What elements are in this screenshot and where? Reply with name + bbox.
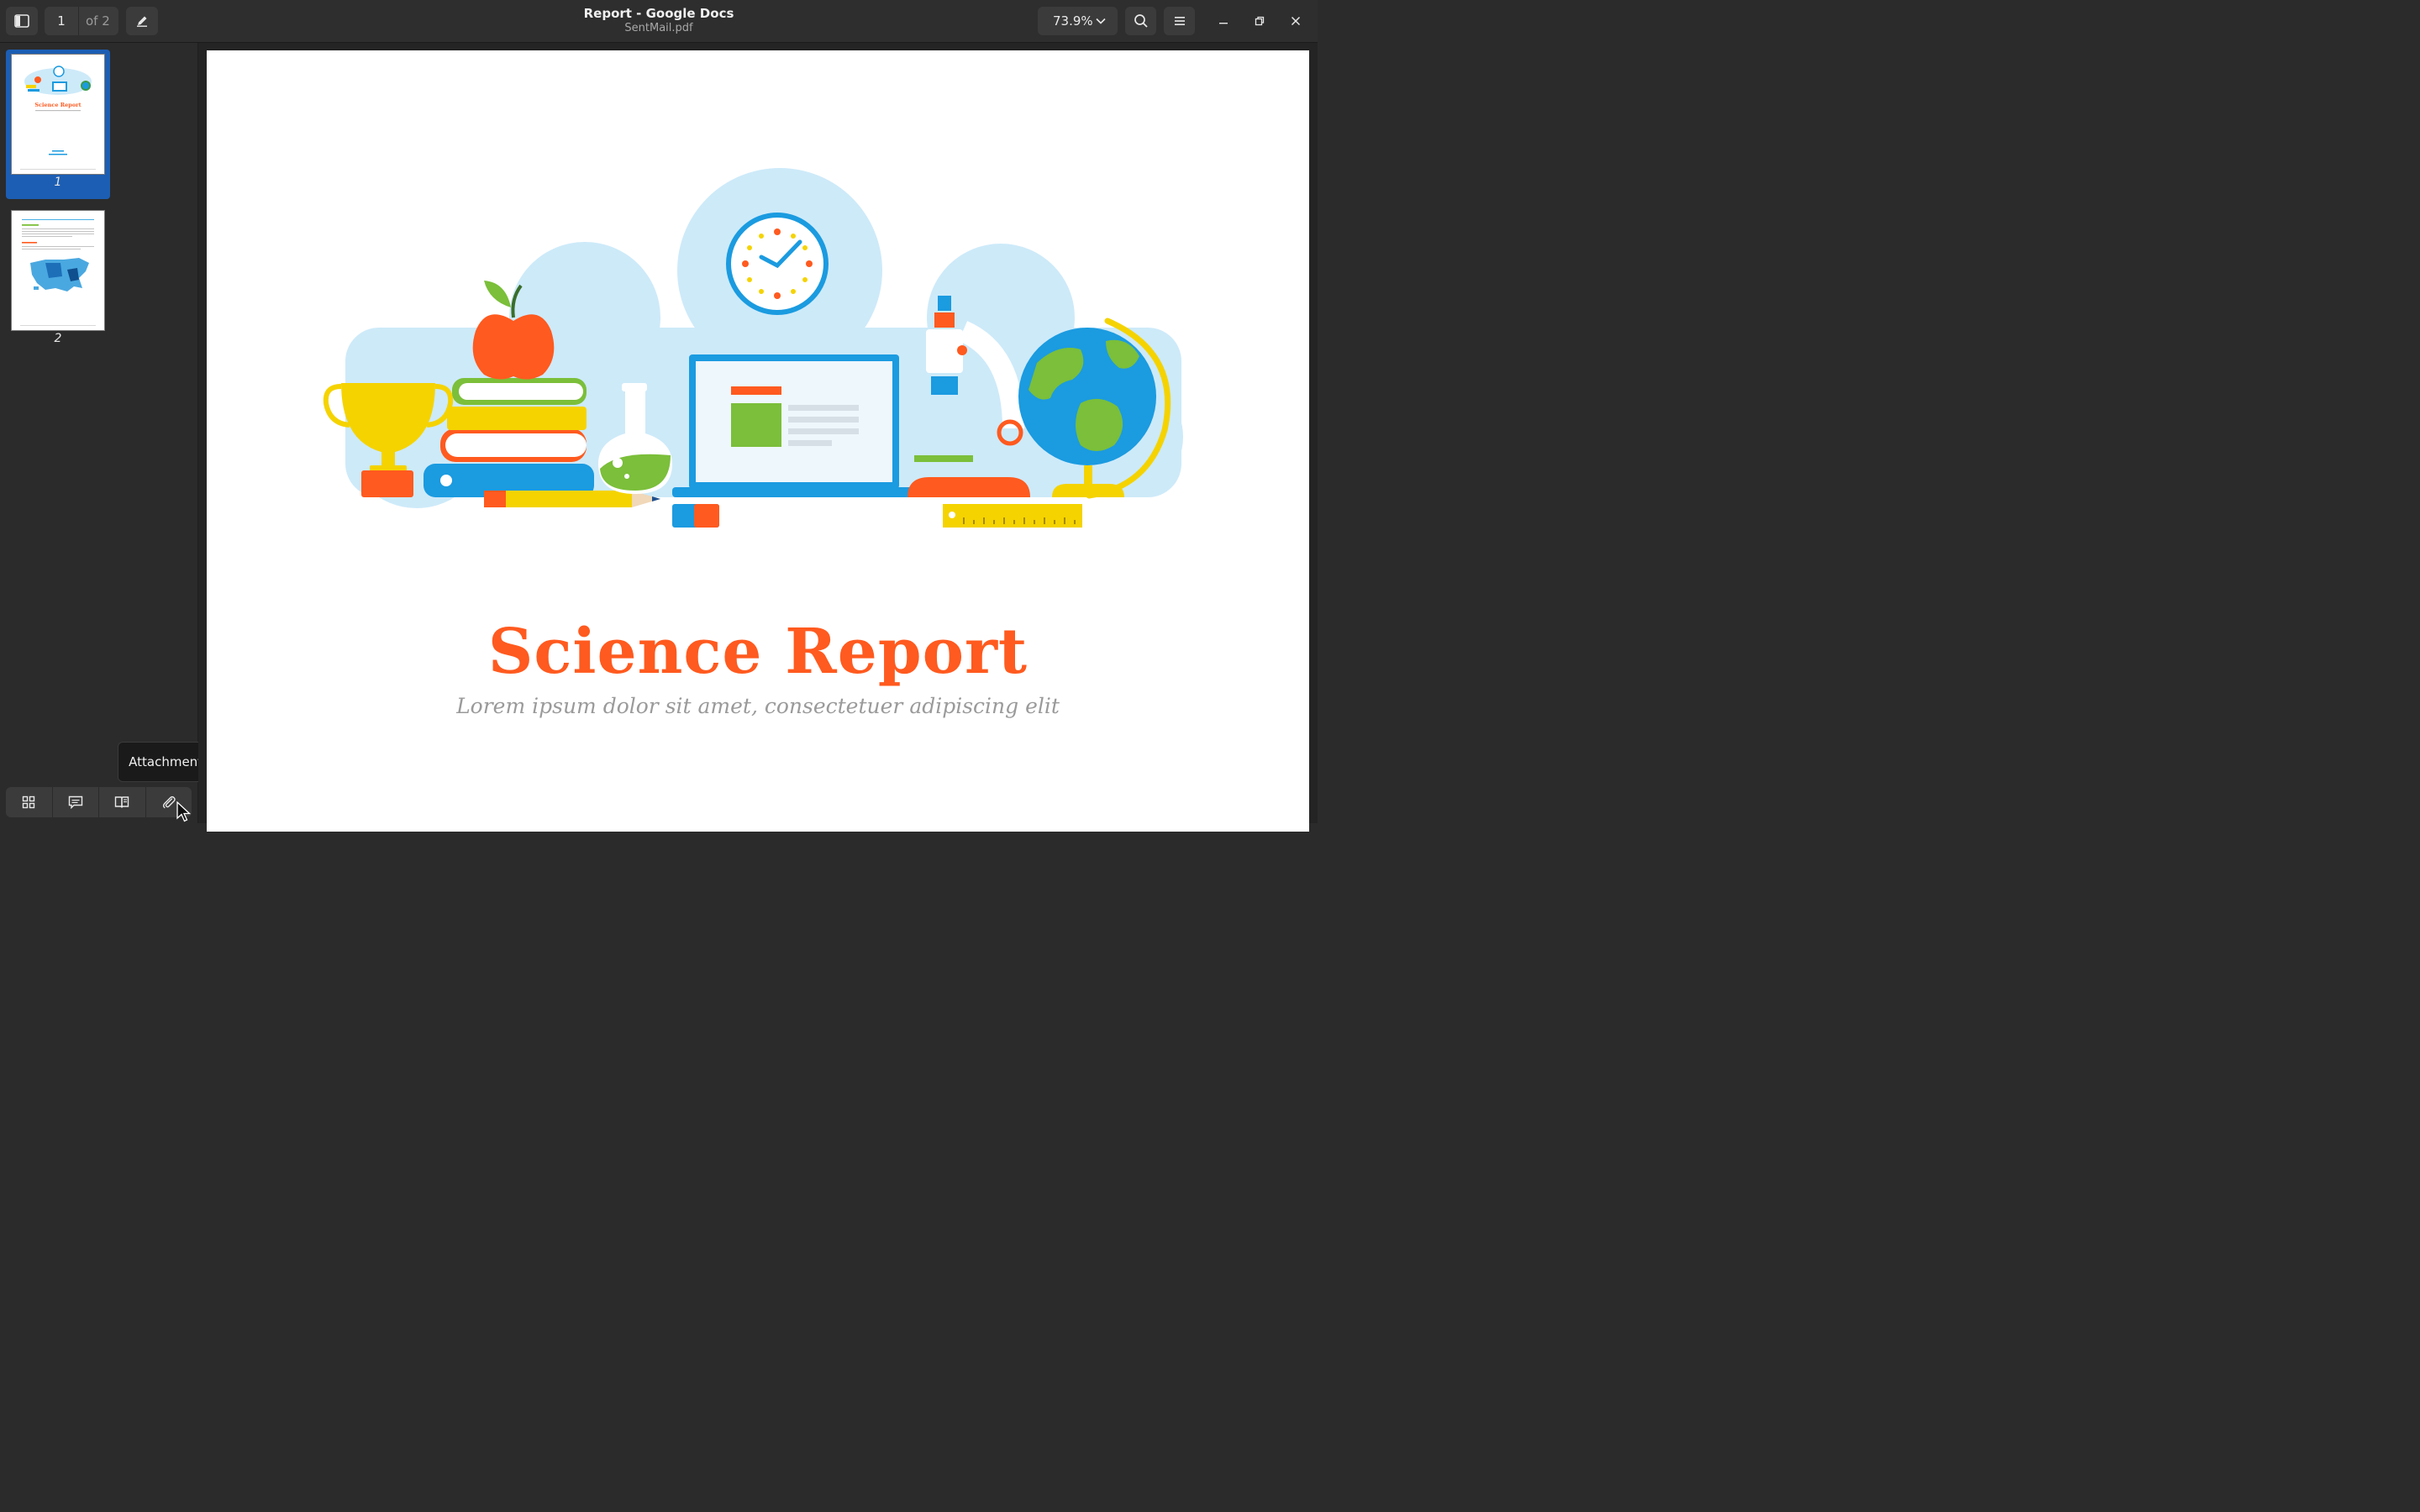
document-filename: SentMail.pdf [624,22,693,34]
tab-thumbnails[interactable] [6,787,53,817]
tab-outline[interactable] [99,787,146,817]
pdf-page-1: Science Report Lorem ipsum dolor sit ame… [207,50,1309,832]
sidebar-toggle-button[interactable] [6,7,38,35]
hamburger-menu-icon [1174,17,1185,25]
document-view[interactable]: Science Report Lorem ipsum dolor sit ame… [198,43,1318,832]
zoom-dropdown[interactable]: 73.9% [1038,7,1118,35]
laptop-icon [672,354,916,528]
minimize-icon [1219,23,1228,24]
sidebar-mode-tabs [6,787,192,817]
page-thumbnail-2[interactable] [11,210,105,331]
page-heading: Science Report [487,616,1028,688]
document-title: Report - Google Docs [583,6,734,21]
window-title: Report - Google Docs SentMail.pdf [491,5,827,35]
close-button[interactable] [1286,12,1305,30]
page-thumbnail-preview: Science Report [20,66,96,170]
thumbnail-label-1: 1 [54,176,62,189]
minimize-button[interactable] [1214,12,1233,30]
annotate-button[interactable] [126,7,158,35]
paperclip-icon [162,795,176,809]
mouse-cursor-icon [176,801,192,822]
close-icon [1291,16,1301,26]
page-selector[interactable]: 1 of 2 [45,7,118,35]
thumbnail-sidebar: Science Report 1 2 [0,43,198,823]
page-thumbnail-1[interactable]: Science Report [11,54,105,175]
sidebar-icon [14,14,29,28]
chevron-down-icon [1096,18,1106,24]
header-bar: 1 of 2 Report - Google Docs SentMail.pdf… [0,0,1318,43]
ruler-icon [943,504,1082,528]
page-thumbnail-preview [20,219,96,326]
main-menu-button[interactable] [1164,7,1195,35]
grid-icon [23,795,35,809]
thumbnail-label-2: 2 [54,332,62,345]
svg-text:Science Report: Science Report [34,102,81,108]
clock-icon [726,213,829,315]
page-subheading: Lorem ipsum dolor sit amet, consectetuer… [456,694,1060,718]
pencil-icon [137,16,147,27]
page-number-input[interactable]: 1 [45,7,79,35]
book-icon [115,796,129,808]
zoom-value: 73.9% [1053,13,1093,29]
tab-annotations[interactable] [53,787,99,817]
restore-icon [1255,16,1265,26]
search-button[interactable] [1125,7,1156,35]
page-count: of 2 [86,13,110,29]
maximize-button[interactable] [1250,12,1269,30]
comment-icon [68,795,82,809]
science-illustration [323,168,1183,528]
search-icon [1134,14,1148,28]
